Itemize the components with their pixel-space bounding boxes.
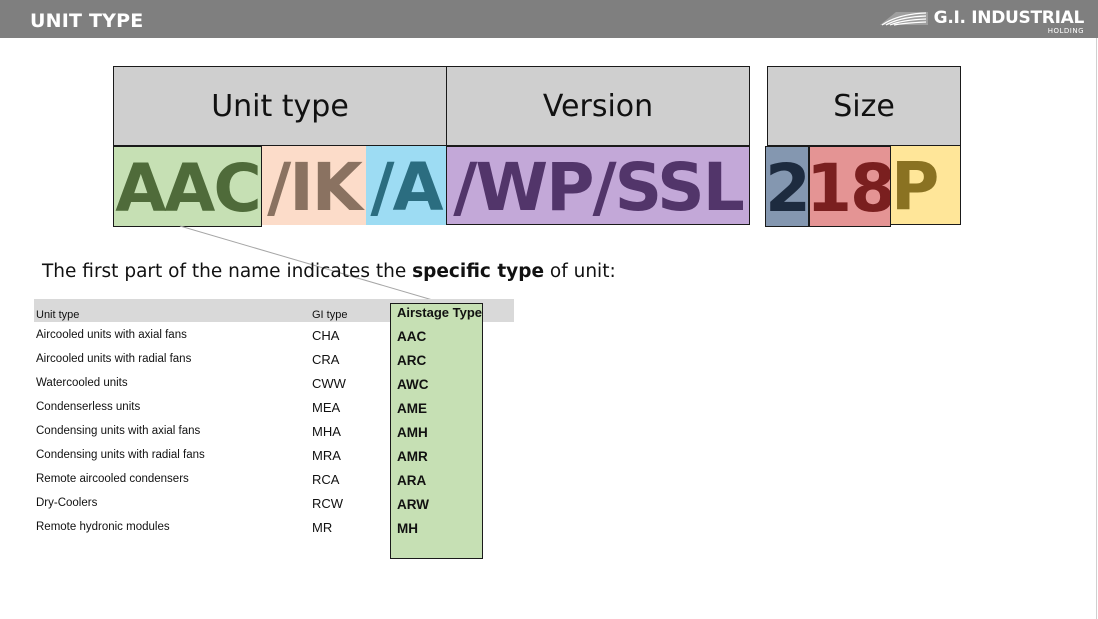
code-segment-version-ik: /IK: [262, 146, 366, 225]
unit-type-cell: Aircooled units with radial fans: [36, 353, 192, 365]
unit-type-cell: Dry-Coolers: [36, 497, 98, 509]
table-header-gi-type: GI type: [312, 309, 348, 321]
unit-type-cell: Condensing units with axial fans: [36, 425, 201, 437]
table-header-airstage-type: Airstage Type: [397, 305, 483, 320]
airstage-type-cell: AME: [397, 401, 427, 416]
unit-type-cell: Condensing units with radial fans: [36, 449, 205, 461]
gi-type-cell: MEA: [312, 400, 341, 415]
code-segment-size-18: 18: [809, 146, 891, 227]
unit-type-cell: Remote hydronic modules: [36, 521, 170, 533]
gi-type-cell: RCA: [312, 472, 340, 487]
airstage-type-cell: AAC: [397, 329, 427, 344]
slide-title: UNIT TYPE: [30, 10, 144, 32]
gi-type-cell: MRA: [312, 448, 341, 463]
airstage-type-cell: MH: [397, 521, 418, 536]
unit-type-cell: Aircooled units with axial fans: [36, 329, 187, 341]
code-segment-version-a: /A: [366, 146, 446, 225]
gi-type-cell: RCW: [312, 496, 344, 511]
gi-type-cell: MHA: [312, 424, 341, 439]
unit-type-cell: Remote aircooled condensers: [36, 473, 189, 485]
unit-type-cell: Condenserless units: [36, 401, 141, 413]
unit-type-cell: Watercooled units: [36, 377, 128, 389]
header-size: Size: [767, 66, 961, 146]
code-segment-version-wp-ssl: /WP/SSL: [446, 146, 750, 225]
airstage-type-cell: AMH: [397, 425, 428, 440]
logo-emblem-icon: [879, 12, 928, 26]
code-segment-size-2: 2: [765, 146, 809, 227]
logo-text: G.I. INDUSTRIAL: [933, 8, 1085, 28]
code-segment-unit-type: AAC: [113, 146, 262, 227]
page-edge-line: [1096, 38, 1097, 619]
code-segment-size-p: P: [891, 146, 961, 225]
airstage-type-cell: ARA: [397, 473, 427, 488]
company-logo: G.I. INDUSTRIAL HOLDING: [878, 9, 1084, 35]
table-header-unit-type: Unit type: [36, 309, 80, 321]
gi-type-cell: CWW: [312, 376, 346, 391]
airstage-type-cell: ARC: [397, 353, 427, 368]
gi-type-cell: CHA: [312, 328, 340, 343]
logo-subtext: HOLDING: [1047, 27, 1084, 35]
header-version: Version: [446, 66, 750, 146]
airstage-type-cell: ARW: [397, 497, 429, 512]
intro-bold-text: specific type: [412, 261, 545, 282]
intro-text: The first part of the name indicates the…: [42, 261, 616, 282]
airstage-type-cell: AWC: [397, 377, 429, 392]
gi-type-cell: MR: [312, 520, 333, 535]
airstage-type-cell: AMR: [397, 449, 428, 464]
header-unit-type: Unit type: [113, 66, 447, 146]
gi-type-cell: CRA: [312, 352, 340, 367]
